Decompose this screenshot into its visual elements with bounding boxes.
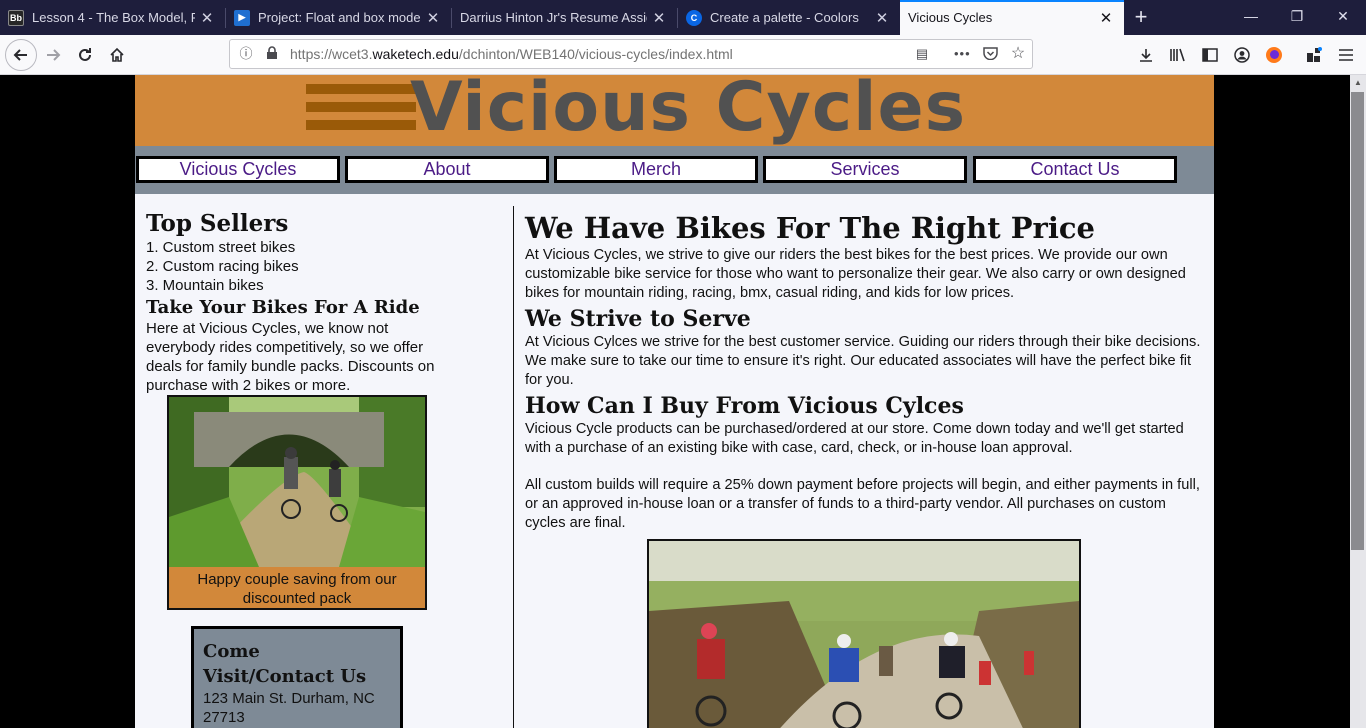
url-text[interactable]: https://wcet3.waketech.edu/dchinton/WEB1… <box>290 46 733 62</box>
bike-path-image <box>169 397 425 567</box>
close-icon[interactable]: ✕ <box>195 9 219 27</box>
tab-project-float[interactable]: ▶ Project: Float and box model fix ✕ <box>226 0 451 35</box>
scroll-up-arrow-icon[interactable]: ▲ <box>1350 75 1366 91</box>
contact-address: 123 Main St. Durham, NC 27713 <box>203 690 375 726</box>
window-close-icon[interactable]: ✕ <box>1320 0 1366 35</box>
main-heading: We Have Bikes For The Right Price <box>525 211 1095 245</box>
nav-link-services[interactable]: Services <box>763 156 967 183</box>
sidebar-icon[interactable] <box>1194 39 1226 71</box>
account-icon[interactable] <box>1226 39 1258 71</box>
custom-builds-paragraph: All custom builds will require a 25% dow… <box>525 477 1200 531</box>
contact-box: Come Visit/Contact Us 123 Main St. Durha… <box>191 626 403 728</box>
new-tab-plus-icon[interactable]: + <box>1128 4 1154 30</box>
close-icon[interactable]: ✕ <box>870 9 894 27</box>
browser-tab-strip: Bb Lesson 4 - The Box Model, Font ✕ ▶ Pr… <box>0 0 1366 35</box>
scrollbar-thumb[interactable] <box>1351 92 1364 550</box>
bookmark-star-icon[interactable]: ☆ <box>1010 46 1026 62</box>
address-bar[interactable]: ⓘ https://wcet3.waketech.edu/dchinton/WE… <box>229 39 1033 69</box>
family-bikes-photo: Happy couple saving from our discounted … <box>167 395 427 610</box>
nav-link-contact[interactable]: Contact Us <box>973 156 1177 183</box>
tab-label: Project: Float and box model fix <box>258 10 421 25</box>
reader-view-icon[interactable]: ▤ <box>914 46 930 62</box>
reload-icon[interactable] <box>69 39 101 71</box>
buy-heading: How Can I Buy From Vicious Cylces <box>525 393 964 419</box>
download-icon[interactable] <box>1130 39 1162 71</box>
mountain-riders-photo <box>647 539 1081 728</box>
nav-link-home[interactable]: Vicious Cycles <box>136 156 340 183</box>
tab-lesson-4[interactable]: Bb Lesson 4 - The Box Model, Font ✕ <box>0 0 225 35</box>
contact-heading: Come Visit/Contact Us <box>203 641 367 687</box>
close-icon[interactable]: ✕ <box>421 9 445 27</box>
firefox-icon[interactable] <box>1258 39 1290 71</box>
site-banner: Vicious Cycles <box>135 75 1214 147</box>
hamburger-menu-icon[interactable] <box>1330 39 1362 71</box>
browser-toolbar: ⓘ https://wcet3.waketech.edu/dchinton/WE… <box>0 35 1366 75</box>
video-icon: ▶ <box>234 9 250 26</box>
nav-link-merch[interactable]: Merch <box>554 156 758 183</box>
home-icon[interactable] <box>101 39 133 71</box>
coolors-icon: C <box>686 9 702 26</box>
page-viewport: Vicious Cycles Vicious Cycles About Merc… <box>0 75 1350 728</box>
extensions-icon[interactable] <box>1298 39 1330 71</box>
lock-icon[interactable] <box>264 46 280 62</box>
site-logo-text: Vicious Cycles <box>410 75 967 147</box>
site-nav: Vicious Cycles About Merch Services Cont… <box>135 146 1214 194</box>
tab-label: Darrius Hinton Jr's Resume Assignm <box>460 10 647 25</box>
forward-arrow-icon[interactable] <box>37 39 69 71</box>
nav-link-about[interactable]: About <box>345 156 549 183</box>
ride-heading: Take Your Bikes For A Ride <box>146 297 420 318</box>
column-divider <box>513 206 514 728</box>
top-seller-item: 2. Custom racing bikes <box>146 258 299 275</box>
main-content: We Have Bikes For The Right Price At Vic… <box>525 210 1205 533</box>
pocket-icon[interactable] <box>982 46 998 62</box>
back-arrow-icon[interactable] <box>5 39 37 71</box>
tab-vicious-cycles[interactable]: Vicious Cycles ✕ <box>900 0 1124 35</box>
top-sellers-heading: Top Sellers <box>146 210 289 237</box>
tab-label: Vicious Cycles <box>908 10 993 25</box>
minimize-icon[interactable]: — <box>1228 0 1274 35</box>
tab-label: Create a palette - Coolors <box>710 10 859 25</box>
tab-label: Lesson 4 - The Box Model, Font <box>32 10 195 25</box>
buy-paragraph: Vicious Cycle products can be purchased/… <box>525 421 1184 456</box>
photo-caption: Happy couple saving from our discounted … <box>197 571 397 607</box>
page-actions-icon[interactable]: ••• <box>954 46 970 62</box>
restore-icon[interactable]: ❐ <box>1274 0 1320 35</box>
top-seller-item: 3. Mountain bikes <box>146 277 264 294</box>
close-icon[interactable]: ✕ <box>1094 9 1118 27</box>
site-container: Vicious Cycles Vicious Cycles About Merc… <box>135 75 1214 728</box>
ride-paragraph: Here at Vicious Cycles, we know not ever… <box>146 320 435 394</box>
blackboard-icon: Bb <box>8 9 24 26</box>
library-icon[interactable] <box>1162 39 1194 71</box>
top-seller-item: 1. Custom street bikes <box>146 239 296 256</box>
logo-stripes <box>306 84 416 130</box>
serve-paragraph: At Vicious Cylces we strive for the best… <box>525 334 1201 388</box>
tab-resume[interactable]: Darrius Hinton Jr's Resume Assignm ✕ <box>452 0 677 35</box>
intro-paragraph: At Vicious Cycles, we strive to give our… <box>525 247 1186 301</box>
site-info-icon[interactable]: ⓘ <box>238 46 254 62</box>
close-icon[interactable]: ✕ <box>647 9 671 27</box>
sidebar: Top Sellers 1. Custom street bikes 2. Cu… <box>146 210 456 395</box>
serve-heading: We Strive to Serve <box>525 306 751 332</box>
tab-coolors[interactable]: C Create a palette - Coolors ✕ <box>678 0 900 35</box>
